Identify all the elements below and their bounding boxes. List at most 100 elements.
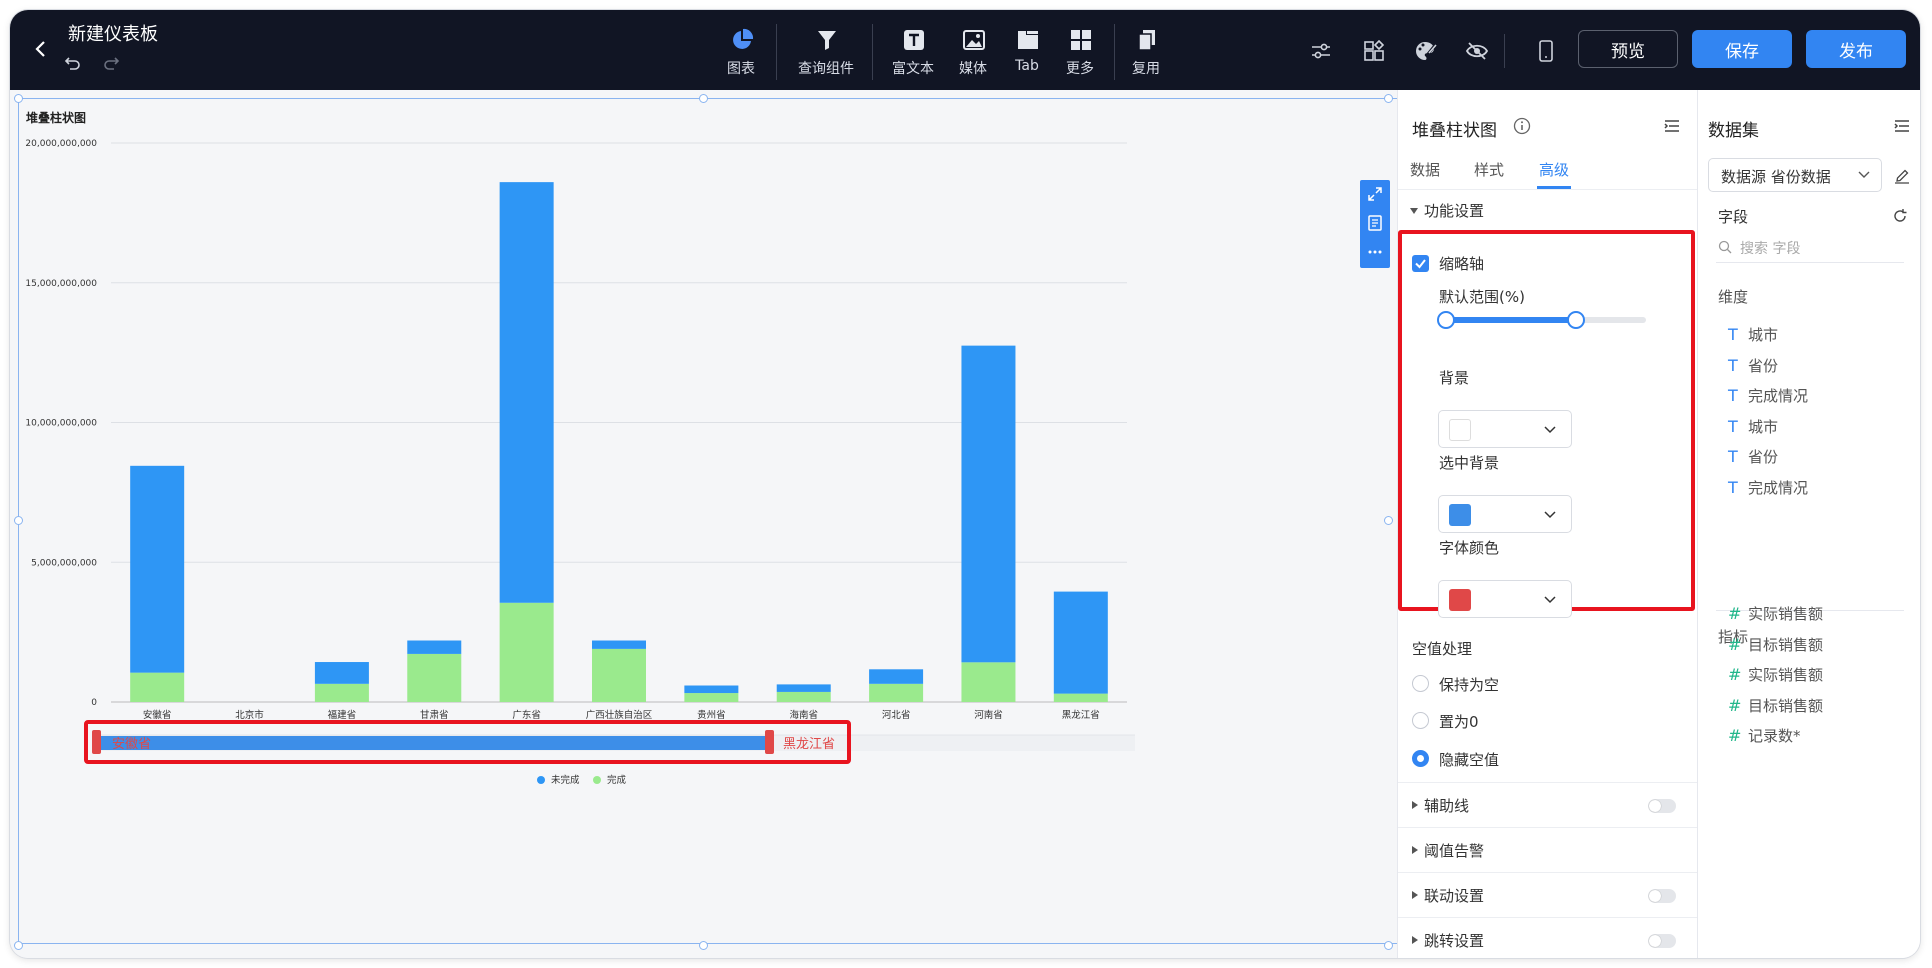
more-icon[interactable] [1365, 242, 1385, 262]
zoom-start-label: 安徽省 [112, 737, 151, 752]
palette-icon[interactable] [1412, 38, 1440, 64]
dimension-item[interactable]: T 城市 [1728, 416, 1778, 438]
app-window: 新建仪表板 图表 查询组件 富文本 媒体 Tab 更多 复用 预览 保存 发布 … [10, 10, 1920, 958]
resize-handle[interactable] [14, 94, 23, 103]
resize-handle[interactable] [1384, 941, 1393, 950]
slider-start-handle[interactable] [1437, 311, 1455, 329]
dimension-item[interactable]: T 完成情况 [1728, 385, 1808, 407]
thumbnail-axis-checkbox[interactable] [1412, 255, 1429, 272]
save-button[interactable]: 保存 [1692, 30, 1792, 68]
jump-toggle[interactable] [1648, 934, 1676, 948]
bar-segment [130, 465, 185, 673]
section-auxiliary-line[interactable]: 辅助线 [1398, 782, 1698, 826]
legend-label: 完成 [607, 774, 627, 786]
section-function[interactable]: 功能设置 [1424, 200, 1484, 221]
resize-handle[interactable] [14, 516, 23, 525]
tool-chart[interactable]: 图表 [706, 24, 776, 80]
tab-advanced[interactable]: 高级 [1539, 159, 1569, 180]
bar-segment [314, 662, 369, 684]
slider-end-handle[interactable] [1567, 311, 1585, 329]
resize-handle[interactable] [1384, 516, 1393, 525]
undo-icon[interactable] [62, 52, 84, 74]
collapse-panel-icon[interactable] [1892, 116, 1912, 136]
radio-set-zero[interactable] [1412, 712, 1429, 729]
auxiliary-line-toggle[interactable] [1648, 799, 1676, 813]
refresh-icon[interactable] [1890, 206, 1910, 226]
x-tick-label: 河北省 [882, 709, 911, 721]
bar-segment [314, 683, 369, 702]
x-tick-label: 福建省 [328, 709, 357, 721]
metric-item[interactable]: # 目标销售额 [1728, 634, 1823, 656]
field-search[interactable]: 搜索 字段 [1716, 233, 1904, 263]
collapse-panel-icon[interactable] [1662, 116, 1682, 136]
section-label: 联动设置 [1424, 887, 1485, 905]
note-icon[interactable] [1365, 213, 1385, 233]
selected-background-color-select[interactable] [1438, 495, 1572, 533]
tool-label: 查询组件 [798, 61, 854, 77]
radio-hide-null[interactable] [1412, 750, 1429, 767]
property-panel: 堆叠柱状图 数据 样式 高级 功能设置 缩略轴 默认范围(%) 背景 选中背景 … [1397, 90, 1698, 958]
dimension-item[interactable]: T 省份 [1728, 446, 1778, 468]
metric-item[interactable]: # 实际销售额 [1728, 664, 1823, 686]
layout-icon[interactable] [1361, 38, 1387, 64]
info-icon[interactable] [1512, 116, 1532, 136]
dimension-label: 维度 [1718, 288, 1749, 306]
toolbar-divider [872, 24, 873, 80]
metric-item[interactable]: # 记录数* [1728, 725, 1801, 747]
metric-item[interactable]: # 实际销售额 [1728, 603, 1823, 625]
tool-more[interactable]: 更多 [1045, 24, 1115, 80]
tool-reuse[interactable]: 复用 [1111, 24, 1181, 80]
x-tick-label: 广西壮族自治区 [586, 709, 653, 721]
tab-data[interactable]: 数据 [1410, 159, 1440, 180]
dataset-panel: 数据集 数据源 省份数据 字段 搜索 字段 维度 T 城市 T 省份 T 完成情况 T 城市 T… [1697, 90, 1920, 958]
resize-handle[interactable] [699, 94, 708, 103]
x-tick-label: 广东省 [512, 709, 541, 721]
chart-widget[interactable]: 堆叠柱状图 0 5,000,000,000 10,000,000,000 15,000… [18, 98, 1398, 944]
datasource-select[interactable]: 数据源 省份数据 [1708, 158, 1882, 192]
number-type-icon: # [1728, 726, 1742, 745]
redo-icon[interactable] [100, 52, 122, 74]
field-label: 城市 [1748, 326, 1779, 344]
dashboard-title[interactable]: 新建仪表板 [68, 20, 158, 46]
metric-item[interactable]: # 目标销售额 [1728, 695, 1823, 717]
section-linkage[interactable]: 联动设置 [1398, 872, 1698, 916]
section-jump[interactable]: 跳转设置 [1398, 917, 1698, 958]
preview-button[interactable]: 预览 [1578, 30, 1678, 68]
bar-segment [592, 648, 646, 702]
thumbnail-axis-label: 缩略轴 [1439, 255, 1485, 273]
dimension-item[interactable]: T 省份 [1728, 355, 1778, 377]
radio-keep-empty[interactable] [1412, 675, 1429, 692]
slider-fill [1446, 317, 1576, 323]
dimension-item[interactable]: T 完成情况 [1728, 477, 1808, 499]
text-type-icon: T [1728, 325, 1738, 344]
resize-handle[interactable] [1384, 94, 1393, 103]
bar-segment [1053, 591, 1108, 694]
zoom-end-label: 黑龙江省 [783, 737, 835, 752]
radio-label: 隐藏空值 [1439, 751, 1500, 769]
fields-label: 字段 [1718, 208, 1749, 226]
mobile-icon[interactable] [1535, 38, 1557, 64]
y-tick-label: 20,000,000,000 [25, 139, 97, 149]
datasource-value: 数据源 省份数据 [1721, 168, 1831, 186]
tool-query[interactable]: 查询组件 [788, 24, 864, 80]
linkage-toggle[interactable] [1648, 889, 1676, 903]
expand-icon[interactable] [1365, 184, 1385, 204]
publish-button[interactable]: 发布 [1806, 30, 1906, 68]
section-label: 辅助线 [1424, 797, 1470, 815]
field-label: 实际销售额 [1748, 666, 1824, 684]
background-color-select[interactable] [1438, 410, 1572, 448]
range-slider[interactable] [1437, 310, 1646, 330]
font-color-select[interactable] [1438, 580, 1572, 618]
back-arrow-icon[interactable] [28, 36, 54, 62]
sliders-icon[interactable] [1308, 38, 1334, 64]
y-tick-label: 0 [91, 698, 97, 708]
resize-handle[interactable] [699, 941, 708, 950]
section-threshold-alert[interactable]: 阈值告警 [1398, 827, 1698, 871]
legend-label: 未完成 [551, 774, 580, 786]
resize-handle[interactable] [14, 941, 23, 950]
eye-off-icon[interactable] [1463, 38, 1491, 64]
caret-down-icon[interactable] [1408, 205, 1420, 217]
dimension-item[interactable]: T 城市 [1728, 324, 1778, 346]
edit-icon[interactable] [1892, 166, 1912, 186]
tab-style[interactable]: 样式 [1474, 159, 1504, 180]
